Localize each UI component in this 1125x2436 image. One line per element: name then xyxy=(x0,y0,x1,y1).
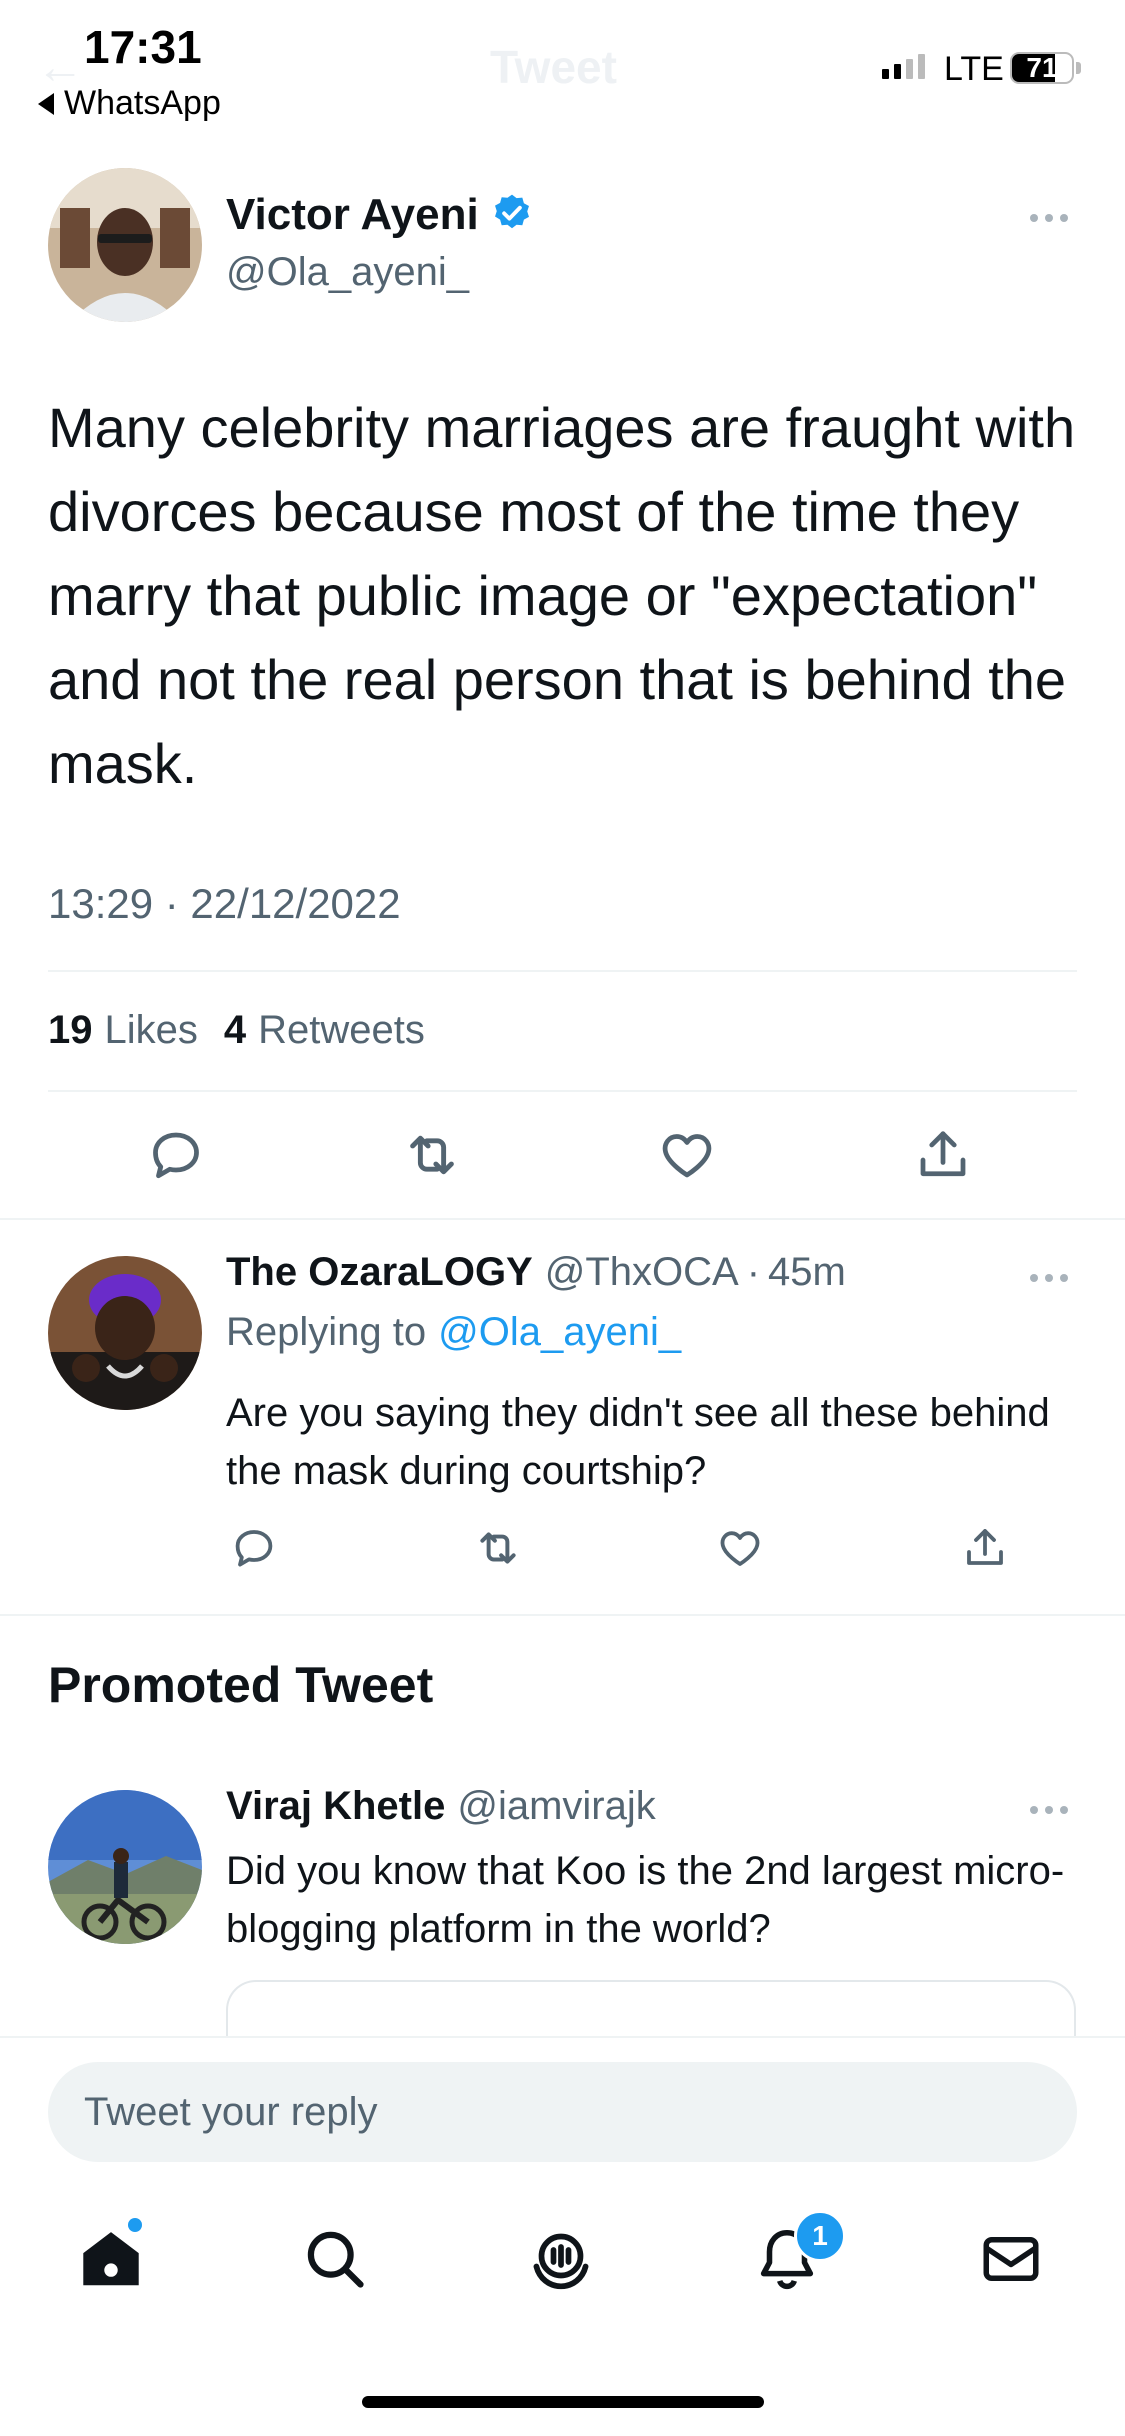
author-avatar[interactable] xyxy=(48,168,202,322)
share-icon xyxy=(920,1131,966,1177)
reply-author-handle[interactable]: @ThxOCA xyxy=(545,1250,739,1295)
battery-icon: 71 xyxy=(1010,52,1074,84)
tweet-timestamp: 13:29 · 22/12/2022 xyxy=(48,880,401,927)
promoted-heading: Promoted Tweet xyxy=(48,1657,434,1713)
search-icon xyxy=(307,2231,364,2288)
retweets-stat[interactable]: 4 Retweets xyxy=(224,1008,425,1053)
reply-icon xyxy=(153,1132,199,1179)
retweet-button[interactable] xyxy=(392,1125,472,1185)
promoted-more-options-icon[interactable] xyxy=(1030,1806,1068,1814)
notifications-badge: 1 xyxy=(794,2210,846,2262)
home-icon xyxy=(83,2232,139,2286)
reply-button[interactable] xyxy=(136,1125,216,1185)
divider xyxy=(0,1218,1125,1220)
reply-separator: · xyxy=(746,1250,761,1294)
back-triangle-icon xyxy=(38,92,54,115)
reply-time: 45m xyxy=(768,1250,846,1294)
reply-author-name[interactable]: The OzaraLOGY xyxy=(226,1250,533,1295)
tab-home[interactable] xyxy=(56,2204,166,2314)
promoted-author-name[interactable]: Viraj Khetle xyxy=(226,1784,445,1829)
signal-icon xyxy=(882,54,925,79)
tab-messages[interactable] xyxy=(956,2204,1066,2314)
battery-percent: 71 xyxy=(1026,52,1058,83)
likes-stat[interactable]: 19 Likes xyxy=(48,1008,198,1053)
heart-icon xyxy=(662,1134,712,1178)
promoted-author-handle[interactable]: @iamvirajk xyxy=(457,1784,655,1829)
likes-count: 19 xyxy=(48,1008,93,1052)
promoted-author-avatar[interactable] xyxy=(48,1790,202,1944)
promoted-text: Did you know that Koo is the 2nd largest… xyxy=(226,1849,1065,1951)
back-to-app-link[interactable]: WhatsApp xyxy=(38,84,221,123)
share-icon xyxy=(967,1529,1003,1565)
more-options-icon[interactable] xyxy=(1030,214,1068,222)
author-name[interactable]: Victor Ayeni xyxy=(226,190,479,240)
spaces-icon xyxy=(533,2233,589,2290)
divider xyxy=(0,1614,1125,1616)
composer-divider xyxy=(0,2036,1125,2038)
divider xyxy=(48,1090,1077,1092)
status-time: 17:31 xyxy=(84,21,202,73)
back-app-label: WhatsApp xyxy=(64,84,221,122)
like-button[interactable] xyxy=(647,1125,727,1185)
page-title: Tweet xyxy=(490,41,617,93)
reply-input[interactable] xyxy=(48,2062,1077,2162)
reply-reply-button[interactable] xyxy=(222,1520,286,1576)
promoted-card[interactable] xyxy=(226,1980,1076,2040)
reply-retweet-button[interactable] xyxy=(466,1520,530,1576)
reply-more-options-icon[interactable] xyxy=(1030,1274,1068,1282)
divider xyxy=(48,970,1077,972)
reply-author-avatar[interactable] xyxy=(48,1256,202,1410)
retweets-label: Retweets xyxy=(258,1008,425,1052)
reply-composer[interactable] xyxy=(48,2062,1077,2162)
tweet-text: Many celebrity marriages are fraught wit… xyxy=(48,396,1076,795)
retweet-icon xyxy=(480,1532,516,1564)
replying-to-link[interactable]: @Ola_ayeni_ xyxy=(438,1310,681,1355)
reply-icon xyxy=(235,1530,273,1567)
retweet-icon xyxy=(410,1135,454,1175)
tab-spaces[interactable] xyxy=(506,2204,616,2314)
author-handle[interactable]: @Ola_ayeni_ xyxy=(226,250,469,295)
home-indicator xyxy=(362,2396,764,2408)
home-unread-dot xyxy=(128,2218,142,2232)
reply-text: Are you saying they didn't see all these… xyxy=(226,1391,1050,1493)
network-type: LTE xyxy=(944,50,1004,88)
retweets-count: 4 xyxy=(223,1008,247,1052)
heart-icon xyxy=(720,1531,760,1566)
tab-search[interactable] xyxy=(280,2204,390,2314)
battery-tip xyxy=(1076,62,1081,74)
verified-badge-icon xyxy=(491,192,533,239)
replying-to-prefix: Replying to xyxy=(226,1310,427,1354)
reply-share-button[interactable] xyxy=(953,1520,1017,1576)
likes-label: Likes xyxy=(104,1008,198,1052)
mail-icon xyxy=(983,2237,1039,2281)
share-button[interactable] xyxy=(903,1125,983,1185)
reply-like-button[interactable] xyxy=(708,1520,772,1576)
